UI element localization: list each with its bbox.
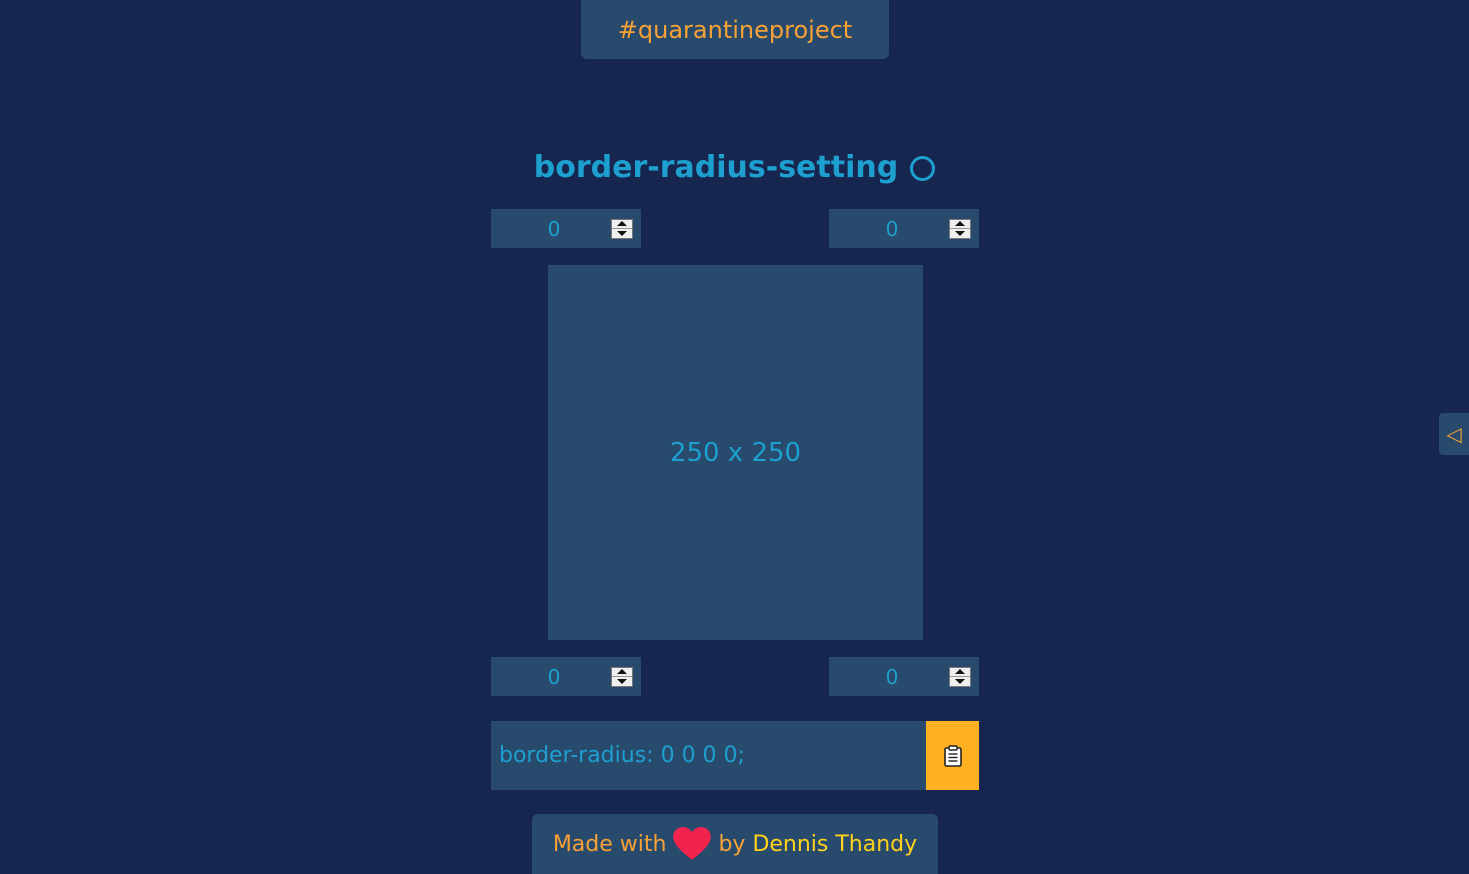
arrow-up-icon: [955, 669, 965, 675]
css-output-text[interactable]: border-radius: 0 0 0 0;: [499, 743, 745, 768]
page-title: border-radius-setting: [0, 150, 1469, 185]
bottom-right-radius-input[interactable]: 0: [829, 657, 979, 696]
bottom-left-radius-input[interactable]: 0: [491, 657, 641, 696]
top-left-radius-value[interactable]: 0: [491, 217, 611, 241]
spinner-down-button[interactable]: [612, 677, 632, 686]
project-tag-label[interactable]: #quarantineproject: [618, 16, 852, 44]
arrow-down-icon: [617, 678, 627, 684]
top-right-radius-input[interactable]: 0: [829, 209, 979, 248]
arrow-up-icon: [617, 221, 627, 227]
bottom-left-radius-value[interactable]: 0: [491, 665, 611, 689]
arrow-down-icon: [617, 230, 627, 236]
top-left-radius-spinner[interactable]: [611, 218, 633, 239]
spinner-up-button[interactable]: [612, 220, 632, 229]
arrow-up-icon: [617, 669, 627, 675]
arrow-down-icon: [955, 678, 965, 684]
css-output-field[interactable]: border-radius: 0 0 0 0;: [491, 721, 926, 790]
clipboard-icon: [943, 744, 962, 767]
copy-button[interactable]: [926, 721, 979, 790]
top-right-radius-spinner[interactable]: [949, 218, 971, 239]
footer-made-with: Made with: [552, 831, 667, 857]
spinner-down-button[interactable]: [612, 229, 632, 238]
footer-by: by: [718, 831, 746, 857]
top-left-radius-input[interactable]: 0: [491, 209, 641, 248]
side-panel-toggle[interactable]: ◁: [1439, 413, 1469, 455]
spinner-down-button[interactable]: [950, 229, 970, 238]
circle-icon: [910, 156, 936, 181]
spinner-up-button[interactable]: [950, 668, 970, 677]
spinner-up-button[interactable]: [612, 668, 632, 677]
bottom-right-radius-spinner[interactable]: [949, 666, 971, 687]
arrow-down-icon: [955, 230, 965, 236]
top-right-radius-value[interactable]: 0: [829, 217, 949, 241]
bottom-left-radius-spinner[interactable]: [611, 666, 633, 687]
page-title-text: border-radius-setting: [533, 150, 899, 185]
bottom-right-radius-value[interactable]: 0: [829, 665, 949, 689]
triangle-left-icon: ◁: [1446, 422, 1462, 446]
preview-size-label: 250 x 250: [669, 437, 802, 468]
footer-author-link[interactable]: Dennis Thandy: [752, 832, 917, 857]
heart-icon: [673, 827, 712, 860]
arrow-up-icon: [955, 221, 965, 227]
spinner-down-button[interactable]: [950, 677, 970, 686]
project-tag[interactable]: #quarantineproject: [581, 0, 889, 59]
preview-box: 250 x 250: [548, 265, 923, 640]
footer: Made with by Dennis Thandy: [532, 814, 938, 874]
spinner-up-button[interactable]: [950, 220, 970, 229]
